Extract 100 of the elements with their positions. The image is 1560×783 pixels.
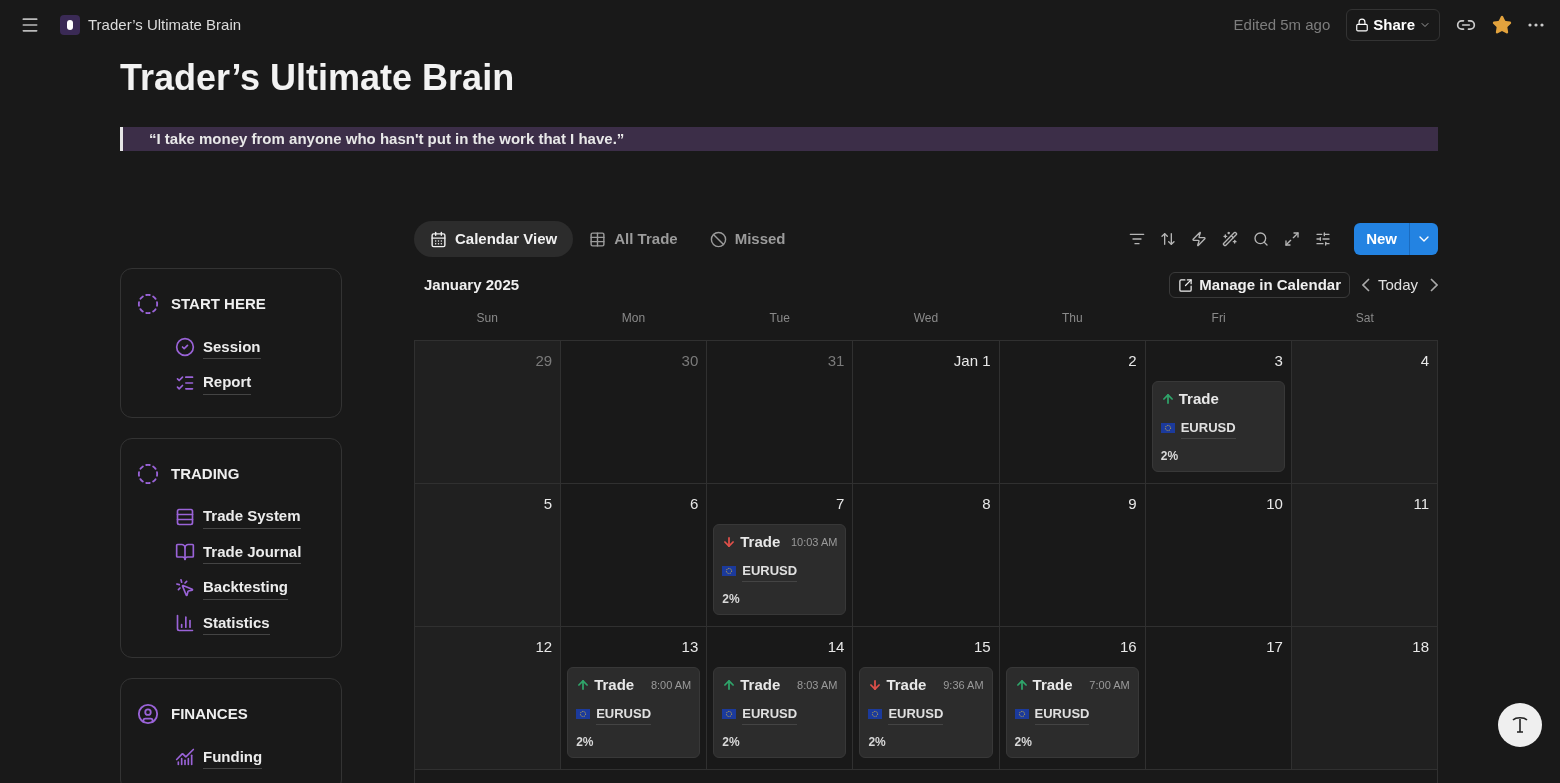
- new-button[interactable]: New: [1354, 223, 1409, 255]
- day-number: 10: [1266, 494, 1284, 514]
- weekday-label: Mon: [620, 310, 647, 327]
- page-title: Trader’s Ultimate Brain: [120, 56, 516, 100]
- favorite-star-icon[interactable]: [1492, 15, 1512, 35]
- trade-title: Trade: [740, 674, 781, 695]
- search-icon[interactable]: [1253, 231, 1270, 247]
- table-icon: [589, 230, 607, 248]
- day-cell[interactable]: 29: [415, 341, 562, 484]
- person-circle-icon: [137, 703, 159, 726]
- page-link[interactable]: Trade System: [203, 505, 301, 529]
- day-cell[interactable]: 5: [415, 484, 562, 627]
- lock-icon: [1355, 18, 1370, 32]
- day-number: 30: [681, 351, 700, 371]
- day-cell[interactable]: 11: [1291, 484, 1438, 627]
- trade-card[interactable]: Trade 8:03 AM EURUSD 2%: [713, 666, 847, 758]
- bar-chart-icon: [175, 613, 195, 634]
- trade-title: Trade: [1178, 388, 1219, 409]
- day-cell[interactable]: 18: [1291, 627, 1438, 770]
- help-button[interactable]: [1498, 703, 1542, 747]
- page-link[interactable]: Funding: [203, 745, 263, 769]
- magic-wand-icon[interactable]: [1222, 231, 1239, 247]
- day-number: 11: [1413, 494, 1430, 514]
- flag-icon: [722, 566, 737, 577]
- risk-value: 2%: [722, 733, 741, 751]
- flag-icon: [722, 709, 737, 720]
- trade-card[interactable]: Trade 9:36 AM EURUSD 2%: [859, 666, 993, 758]
- flag-icon: [576, 709, 591, 720]
- today-button[interactable]: Today: [1377, 273, 1418, 297]
- flag-icon: [868, 709, 883, 720]
- breadcrumb[interactable]: Trader’s Ultimate Brain: [88, 13, 242, 37]
- dashed-circle-icon: [137, 462, 159, 485]
- manage-calendar-button[interactable]: Manage in Calendar: [1169, 272, 1350, 298]
- day-cell[interactable]: 12: [415, 627, 562, 770]
- page-link[interactable]: Session: [203, 335, 261, 359]
- day-cell[interactable]: 16 Trade 7:00 AM EURUSD 2%: [999, 627, 1146, 770]
- lightning-icon[interactable]: [1191, 231, 1208, 247]
- day-cell[interactable]: 15 Trade 9:36 AM EURUSD 2%: [853, 627, 1000, 770]
- more-icon[interactable]: [1528, 23, 1544, 27]
- sliders-icon[interactable]: [1315, 231, 1332, 247]
- share-button[interactable]: Share: [1346, 9, 1440, 41]
- day-cell[interactable]: 4: [1291, 341, 1438, 484]
- page-link[interactable]: Trade Journal: [203, 540, 302, 564]
- day-number: 6: [689, 494, 700, 514]
- day-cell[interactable]: 10: [1145, 484, 1292, 627]
- expand-icon[interactable]: [1284, 231, 1301, 247]
- weekday-label: Thu: [1060, 310, 1084, 327]
- page-link[interactable]: Report: [203, 371, 252, 395]
- trade-card[interactable]: Trade 7:00 AM EURUSD 2%: [1005, 666, 1139, 758]
- book-icon: [175, 542, 195, 563]
- day-cell[interactable]: 3 Trade EURUSD 2%: [1145, 341, 1292, 484]
- chevron-right-icon[interactable]: [1430, 278, 1438, 292]
- day-number: 18: [1412, 637, 1430, 657]
- stacked-rows-icon: [175, 506, 195, 527]
- chevron-left-icon[interactable]: [1361, 278, 1370, 292]
- day-cell[interactable]: 8: [853, 484, 1000, 627]
- currency-pair: EURUSD: [742, 561, 798, 582]
- weekday-label: Fri: [1210, 310, 1227, 327]
- weekday-label: Sun: [475, 310, 499, 327]
- check-circle-icon: [175, 337, 195, 358]
- risk-value: 2%: [576, 733, 595, 751]
- day-cell[interactable]: 7 Trade 10:03 AM EURUSD 2%: [707, 484, 854, 627]
- trade-time: 9:36 AM: [943, 677, 984, 693]
- page-logo-icon: [60, 15, 80, 35]
- trade-title: Trade: [740, 531, 781, 552]
- trade-card[interactable]: Trade 10:03 AM EURUSD 2%: [713, 523, 847, 615]
- filter-icon[interactable]: [1129, 231, 1146, 247]
- page-link[interactable]: Backtesting: [203, 576, 289, 600]
- view-tab[interactable]: Missed: [693, 221, 802, 257]
- day-cell[interactable]: 17: [1145, 627, 1292, 770]
- day-number: 31: [827, 351, 846, 371]
- day-cell[interactable]: 31: [707, 341, 854, 484]
- cursor-click-icon: [175, 577, 195, 598]
- menu-icon: [20, 15, 40, 35]
- day-cell[interactable]: Jan 1: [853, 341, 1000, 484]
- section-heading: TRADING: [171, 463, 240, 484]
- trade-card[interactable]: Trade 8:00 AM EURUSD 2%: [567, 666, 701, 758]
- day-number: 13: [681, 637, 700, 657]
- trade-title: Trade: [886, 674, 927, 695]
- trade-card[interactable]: Trade EURUSD 2%: [1151, 380, 1285, 472]
- day-cell[interactable]: 9: [999, 484, 1146, 627]
- day-cell[interactable]: 6: [561, 484, 708, 627]
- currency-pair: EURUSD: [1034, 704, 1090, 725]
- edited-time: Edited 5m ago: [1233, 14, 1331, 35]
- section-heading: FINANCES: [171, 704, 248, 724]
- risk-value: 2%: [1160, 447, 1180, 465]
- sort-icon[interactable]: [1160, 231, 1177, 247]
- page-link[interactable]: Statistics: [203, 611, 270, 635]
- section-heading: START HERE: [171, 294, 266, 314]
- month-label: January 2025: [424, 274, 520, 295]
- day-number: 15: [973, 637, 992, 657]
- day-cell[interactable]: 14 Trade 8:03 AM EURUSD 2%: [707, 627, 854, 770]
- day-cell[interactable]: 13 Trade 8:00 AM EURUSD 2%: [561, 627, 708, 770]
- view-tab[interactable]: Calendar View: [414, 221, 574, 257]
- view-tab[interactable]: All Trade: [573, 221, 694, 257]
- day-number: 9: [1128, 494, 1138, 514]
- day-number: 14: [827, 637, 846, 657]
- day-cell[interactable]: 30: [561, 341, 708, 484]
- day-number: 2: [1128, 351, 1138, 371]
- day-cell[interactable]: 2: [999, 341, 1146, 484]
